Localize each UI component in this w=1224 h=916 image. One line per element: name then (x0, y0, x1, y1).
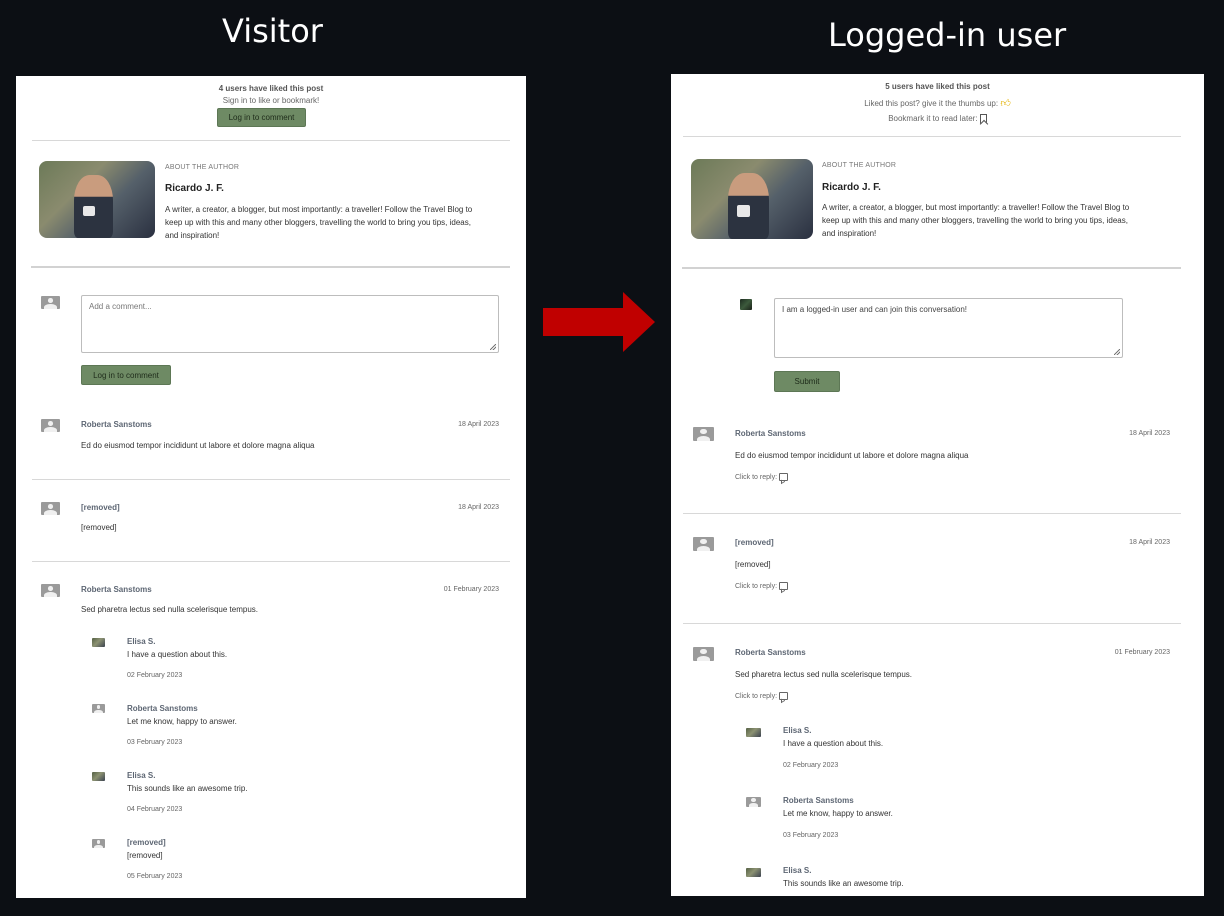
comment-author: Roberta Sanstoms (735, 648, 806, 657)
user-avatar-icon (693, 647, 714, 661)
reply-author: Roberta Sanstoms (783, 796, 854, 805)
user-avatar-icon (92, 772, 105, 781)
reply-text: Let me know, happy to answer. (127, 717, 237, 726)
reply-date: 02 February 2023 (783, 762, 839, 769)
user-avatar-icon (746, 728, 761, 737)
visitor-heading: Visitor (222, 12, 323, 50)
author-photo (39, 161, 155, 238)
chat-bubble-icon[interactable] (779, 692, 789, 700)
login-to-comment-button[interactable]: Log in to comment (81, 365, 171, 385)
reply-text: I have a question about this. (783, 739, 884, 748)
comment-date: 18 April 2023 (458, 504, 499, 511)
reply-date: 03 February 2023 (127, 739, 183, 746)
reply-author: Elisa S. (127, 771, 156, 780)
comment-author: Roberta Sanstoms (81, 420, 152, 429)
comment-author: [removed] (735, 538, 774, 547)
visitor-panel: 4 users have liked this post Sign in to … (16, 76, 526, 898)
divider (683, 513, 1181, 514)
comment-date: 18 April 2023 (458, 421, 499, 428)
reply-date: 03 February 2023 (783, 832, 839, 839)
reply-link[interactable]: Click to reply: (735, 473, 789, 481)
divider (31, 266, 510, 268)
divider (32, 140, 510, 141)
author-photo (691, 159, 813, 239)
logged-in-user-heading: Logged-in user (828, 16, 1067, 54)
about-author-label: ABOUT THE AUTHOR (165, 164, 240, 171)
bookmark-icon[interactable] (979, 114, 987, 124)
comment-text: [removed] (735, 560, 771, 569)
reply-text: [removed] (127, 851, 163, 860)
comment-author: [removed] (81, 503, 120, 512)
divider (683, 136, 1181, 137)
comment-text: [removed] (81, 523, 117, 532)
reply-date: 04 February 2023 (127, 806, 183, 813)
chat-bubble-icon[interactable] (779, 582, 789, 590)
author-bio: A writer, a creator, a blogger, but most… (822, 203, 1130, 238)
author-name: Ricardo J. F. (165, 183, 224, 194)
user-avatar-icon (92, 839, 105, 848)
comment-author: Roberta Sanstoms (735, 429, 806, 438)
comment-date: 01 February 2023 (443, 586, 499, 593)
resize-handle-icon[interactable] (490, 344, 496, 350)
reply-text: I have a question about this. (127, 650, 228, 659)
reply-link[interactable]: Click to reply: (735, 692, 789, 700)
divider (32, 479, 510, 480)
user-avatar-icon (693, 427, 714, 441)
bookmark-prompt: Bookmark it to read later: (671, 114, 1204, 124)
submit-button[interactable]: Submit (774, 371, 840, 392)
reply-author: Elisa S. (783, 726, 812, 735)
comment-text: Sed pharetra lectus sed nulla scelerisqu… (735, 670, 912, 679)
reply-text: This sounds like an awesome trip. (127, 784, 248, 793)
login-to-comment-button[interactable]: Log in to comment (217, 108, 306, 127)
divider (682, 267, 1181, 269)
reply-date: 05 February 2023 (127, 873, 183, 880)
like-prompt: Liked this post? give it the thumbs up: … (864, 98, 1011, 109)
thumbs-up-icon[interactable]: 👍︎ (1000, 98, 1010, 109)
likes-count: 5 users have liked this post (885, 82, 990, 91)
user-avatar-icon (746, 868, 761, 877)
reply-text: This sounds like an awesome trip. (783, 879, 904, 888)
author-name: Ricardo J. F. (822, 182, 881, 193)
comment-date: 01 February 2023 (1114, 649, 1170, 656)
comment-date: 18 April 2023 (1129, 539, 1170, 546)
logged-in-panel: 5 users have liked this post Liked this … (671, 74, 1204, 896)
chat-bubble-icon[interactable] (779, 473, 789, 481)
user-avatar-icon (92, 704, 105, 713)
reply-author: Elisa S. (783, 866, 812, 875)
reply-author: Roberta Sanstoms (127, 704, 198, 713)
comment-text: Ed do eiusmod tempor incididunt ut labor… (735, 451, 969, 460)
signin-prompt: Sign in to like or bookmark! (222, 96, 320, 105)
comment-author: Roberta Sanstoms (81, 585, 152, 594)
user-avatar-icon (740, 299, 752, 310)
about-author-label: ABOUT THE AUTHOR (822, 162, 897, 169)
user-avatar-icon (693, 537, 714, 551)
user-avatar-icon (92, 638, 105, 647)
comment-input[interactable]: Add a comment... (81, 295, 499, 353)
comment-text: Ed do eiusmod tempor incididunt ut labor… (81, 441, 315, 450)
comment-input[interactable]: I am a logged-in user and can join this … (774, 298, 1123, 358)
resize-handle-icon[interactable] (1114, 349, 1120, 355)
user-avatar-icon (41, 502, 60, 515)
reply-author: Elisa S. (127, 637, 156, 646)
user-avatar-icon (746, 797, 761, 807)
comment-text: Sed pharetra lectus sed nulla scelerisqu… (81, 605, 258, 614)
comment-date: 18 April 2023 (1129, 430, 1170, 437)
reply-author: [removed] (127, 838, 166, 847)
reply-date: 02 February 2023 (127, 672, 183, 679)
user-avatar-icon (41, 419, 60, 432)
divider (32, 561, 510, 562)
likes-count: 4 users have liked this post (218, 84, 324, 93)
divider (683, 623, 1181, 624)
reply-link[interactable]: Click to reply: (735, 582, 789, 590)
user-avatar-icon (41, 296, 60, 309)
author-bio: A writer, a creator, a blogger, but most… (165, 205, 473, 240)
right-arrow-icon (543, 292, 655, 352)
reply-text: Let me know, happy to answer. (783, 809, 893, 818)
user-avatar-icon (41, 584, 60, 597)
